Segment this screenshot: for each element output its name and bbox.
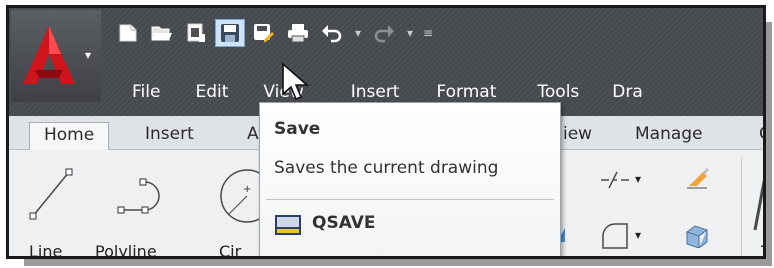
chevron-down-icon: ▾ (85, 48, 92, 62)
polyline-label: Polyline (95, 242, 157, 259)
polyline-icon[interactable] (115, 170, 179, 218)
open-sheet-button[interactable] (181, 19, 211, 47)
fillet-dropdown-icon[interactable]: ▾ (635, 228, 641, 242)
text-label: T (761, 242, 763, 256)
printer-icon (288, 24, 308, 43)
command-line-icon (275, 215, 301, 235)
tooltip-title: Save (274, 119, 321, 139)
save-button[interactable] (215, 19, 245, 47)
mouse-cursor-icon (282, 62, 309, 101)
menu-tools[interactable]: Tools (523, 82, 606, 102)
autocad-logo-icon (23, 26, 75, 84)
menu-file[interactable]: File (105, 82, 187, 102)
line-icon[interactable] (27, 164, 77, 222)
circle-icon[interactable]: + (213, 166, 259, 224)
tab-home[interactable]: Home (29, 122, 110, 150)
menu-edit[interactable]: Edit (187, 82, 255, 102)
save-as-icon (254, 24, 274, 42)
autocad-window: ▾ ▾ ▾ ≡ File Edit Insert Format Tools Dr… (6, 5, 766, 259)
redo-button[interactable] (369, 19, 399, 47)
trim-icon[interactable] (599, 170, 631, 190)
undo-icon (322, 25, 342, 43)
panel-divider (741, 158, 742, 256)
title-bar: ▾ ▾ ▾ ≡ File Edit Insert Format Tools Dr… (9, 8, 763, 116)
fillet-icon[interactable] (599, 222, 629, 250)
undo-button[interactable] (317, 19, 347, 47)
circle-label: Cir (219, 242, 242, 259)
save-tooltip: Save Saves the current drawing QSAVE (259, 102, 561, 256)
application-menu-button[interactable]: ▾ (11, 10, 101, 102)
erase-icon[interactable] (685, 164, 711, 190)
save-icon (221, 24, 239, 42)
tab-insert[interactable]: Insert (131, 122, 208, 150)
menu-insert[interactable]: Insert (331, 82, 427, 102)
svg-text:+: + (243, 184, 251, 195)
redo-icon (374, 25, 394, 43)
undo-dropdown-icon[interactable]: ▾ (351, 26, 365, 40)
tab-manage[interactable]: Manage (621, 122, 717, 150)
text-tool-icon[interactable] (753, 164, 766, 232)
array-icon[interactable] (683, 224, 711, 248)
new-icon (119, 24, 137, 42)
redo-dropdown-icon[interactable]: ▾ (403, 26, 417, 40)
tooltip-description: Saves the current drawing (274, 158, 499, 178)
plot-button[interactable] (283, 19, 313, 47)
open-sheet-icon (187, 23, 205, 42)
tooltip-command: QSAVE (312, 213, 376, 233)
save-as-button[interactable] (249, 19, 279, 47)
line-label: Line (29, 242, 63, 259)
quick-access-toolbar: ▾ ▾ ≡ (113, 18, 435, 48)
customize-qat-icon[interactable]: ≡ (421, 26, 435, 40)
open-button[interactable] (147, 19, 177, 47)
menu-draw[interactable]: Dra (606, 82, 670, 102)
tab-output[interactable]: O (745, 122, 763, 150)
open-icon (151, 26, 172, 41)
menu-format[interactable]: Format (426, 82, 523, 102)
tooltip-divider (266, 199, 554, 200)
new-button[interactable] (113, 19, 143, 47)
trim-dropdown-icon[interactable]: ▾ (635, 172, 641, 186)
